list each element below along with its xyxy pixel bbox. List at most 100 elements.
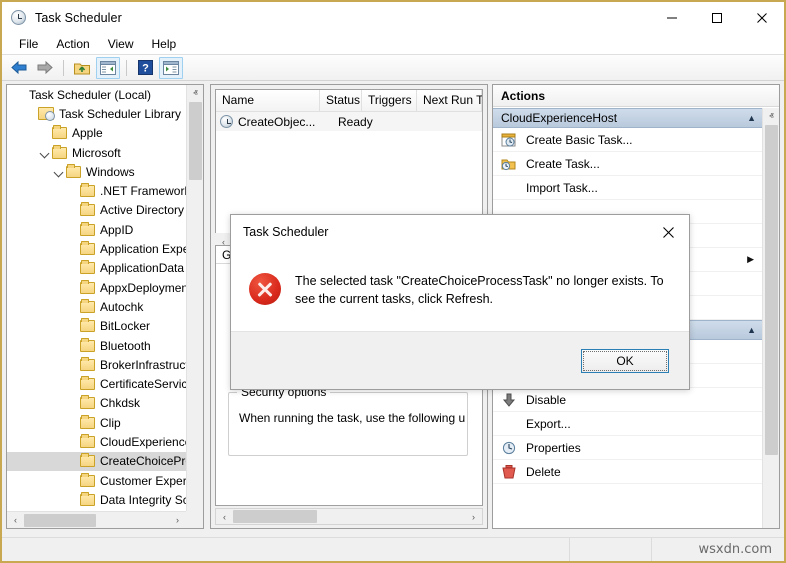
window-controls [649, 2, 784, 33]
folder-icon [80, 378, 95, 390]
clock-icon [11, 10, 27, 26]
actions-menu-item-label: Disable [526, 393, 566, 407]
tree-item[interactable]: Apple [7, 124, 186, 143]
tree-item[interactable]: Windows [7, 162, 186, 181]
menu-action[interactable]: Action [47, 35, 98, 53]
tree-item-label: CloudExperienceH [100, 435, 186, 449]
tree-item[interactable]: Task Scheduler (Local) [7, 85, 186, 104]
task-status-cell: Ready [338, 115, 380, 129]
menu-file[interactable]: File [10, 35, 47, 53]
column-header[interactable]: Name [216, 90, 320, 111]
actions-section-header[interactable]: CloudExperienceHost▲ [493, 108, 762, 128]
minimize-button[interactable] [649, 2, 694, 33]
tree-item[interactable]: Chkdsk [7, 394, 186, 413]
tree-item[interactable]: AppID [7, 220, 186, 239]
tree-item[interactable]: CloudExperienceH [7, 432, 186, 451]
actions-scroll-down-icon[interactable]: ⱟ [763, 511, 780, 528]
disable-icon [501, 392, 519, 408]
tree-horizontal-scrollbar[interactable]: ‹ › [7, 511, 186, 528]
tree-vertical-scrollbar[interactable]: ⱏ ⱟ [186, 85, 203, 511]
tree-item-label: Data Integrity Scan [100, 493, 186, 507]
actions-menu-item[interactable]: Disable [493, 388, 762, 412]
tree-item-label: Task Scheduler Library [59, 107, 181, 121]
help-icon[interactable]: ? [133, 57, 157, 79]
toolbar: ? [2, 55, 784, 81]
show-action-pane-icon[interactable] [159, 57, 183, 79]
menu-help[interactable]: Help [143, 35, 186, 53]
chevron-down-icon[interactable] [38, 146, 52, 160]
watermark: wsxdn.com [699, 542, 785, 557]
actions-pane-title: Actions [493, 85, 779, 107]
actions-vertical-scrollbar[interactable]: ⱏ ⱟ [762, 108, 779, 528]
tree-item[interactable]: AppxDeploymentC [7, 278, 186, 297]
tree-vscroll-thumb[interactable] [189, 102, 202, 180]
column-header[interactable]: Next Run Ti [417, 90, 482, 111]
properties-icon [501, 440, 519, 456]
tree-item[interactable]: CertificateServices [7, 374, 186, 393]
tree-item[interactable]: Customer Experien [7, 471, 186, 490]
tree-item[interactable]: Clip [7, 413, 186, 432]
folder-icon [80, 320, 95, 332]
task-list-rows[interactable]: CreateObjec...Ready [216, 112, 482, 131]
detail-hscroll-thumb[interactable] [233, 510, 317, 523]
tree-item[interactable]: Data Integrity Scan [7, 490, 186, 509]
folder-icon [80, 455, 95, 467]
tree-item[interactable]: .NET Framework [7, 181, 186, 200]
detail-scroll-left-icon[interactable]: ‹ [216, 508, 233, 525]
back-icon[interactable] [7, 57, 31, 79]
tree-item[interactable]: ApplicationData [7, 259, 186, 278]
close-button[interactable] [739, 2, 784, 33]
submenu-arrow-icon[interactable]: ▶ [747, 254, 754, 265]
tree-item-label: .NET Framework [100, 184, 186, 198]
collapse-chevron-up-icon[interactable]: ▲ [747, 113, 756, 123]
actions-vscroll-thumb[interactable] [765, 125, 778, 455]
dialog-close-button[interactable] [647, 215, 689, 249]
actions-menu-item[interactable]: Create Basic Task... [493, 128, 762, 152]
tree-list[interactable]: Task Scheduler (Local) Task Scheduler Lib… [7, 85, 186, 511]
menu-view[interactable]: View [99, 35, 143, 53]
tree-scroll-down-icon[interactable]: ⱟ [187, 494, 204, 511]
tree-item-label: Autochk [100, 300, 143, 314]
tree-item[interactable]: Autochk [7, 297, 186, 316]
column-header[interactable]: Triggers [362, 90, 417, 111]
window-title: Task Scheduler [35, 11, 122, 25]
dialog-message: The selected task "CreateChoiceProcessTa… [295, 273, 665, 309]
actions-menu-item[interactable]: Create Task... [493, 152, 762, 176]
actions-menu-item-label: Delete [526, 465, 561, 479]
status-cell-secondary [570, 538, 652, 562]
actions-menu-item[interactable]: Delete [493, 460, 762, 484]
tree-scroll-up-icon[interactable]: ⱏ [187, 85, 204, 102]
maximize-button[interactable] [694, 2, 739, 33]
task-detail-horizontal-scrollbar[interactable]: ‹ › [215, 508, 483, 525]
actions-menu-item[interactable]: Export... [493, 412, 762, 436]
table-row[interactable]: CreateObjec...Ready [216, 112, 482, 131]
chevron-down-icon[interactable] [52, 165, 66, 179]
tree-item[interactable]: BitLocker [7, 317, 186, 336]
detail-scroll-right-icon[interactable]: › [465, 508, 482, 525]
security-options-group: Security options When running the task, … [228, 392, 468, 456]
column-header[interactable]: Status [320, 90, 362, 111]
actions-menu-item[interactable]: Properties [493, 436, 762, 460]
tree-item[interactable]: Application Experie [7, 239, 186, 258]
tree-item[interactable]: CreateChoiceProce [7, 452, 186, 471]
tree-item[interactable]: Task Scheduler Library [7, 104, 186, 123]
menu-bar: File Action View Help [2, 33, 784, 55]
actions-menu-item[interactable]: Import Task... [493, 176, 762, 200]
tree-scroll-right-icon[interactable]: › [169, 512, 186, 529]
tree-scroll-left-icon[interactable]: ‹ [7, 512, 24, 529]
tree-item[interactable]: BrokerInfrastructur [7, 355, 186, 374]
tree-item-label: Apple [72, 126, 103, 140]
tree-item[interactable]: Active Directory Ri [7, 201, 186, 220]
tree-item[interactable]: Microsoft [7, 143, 186, 162]
tree-item[interactable]: Bluetooth [7, 336, 186, 355]
ok-button[interactable]: OK [581, 349, 669, 373]
actions-scroll-up-icon[interactable]: ⱏ [763, 108, 780, 125]
tree-item-label: BitLocker [100, 319, 150, 333]
tree-item-label: Clip [100, 416, 121, 430]
forward-icon[interactable] [33, 57, 57, 79]
tree-hscroll-thumb[interactable] [24, 514, 96, 527]
show-console-tree-icon[interactable] [96, 57, 120, 79]
create-task-icon [501, 156, 519, 172]
collapse-chevron-up-icon[interactable]: ▲ [747, 325, 756, 335]
up-folder-icon[interactable] [70, 57, 94, 79]
